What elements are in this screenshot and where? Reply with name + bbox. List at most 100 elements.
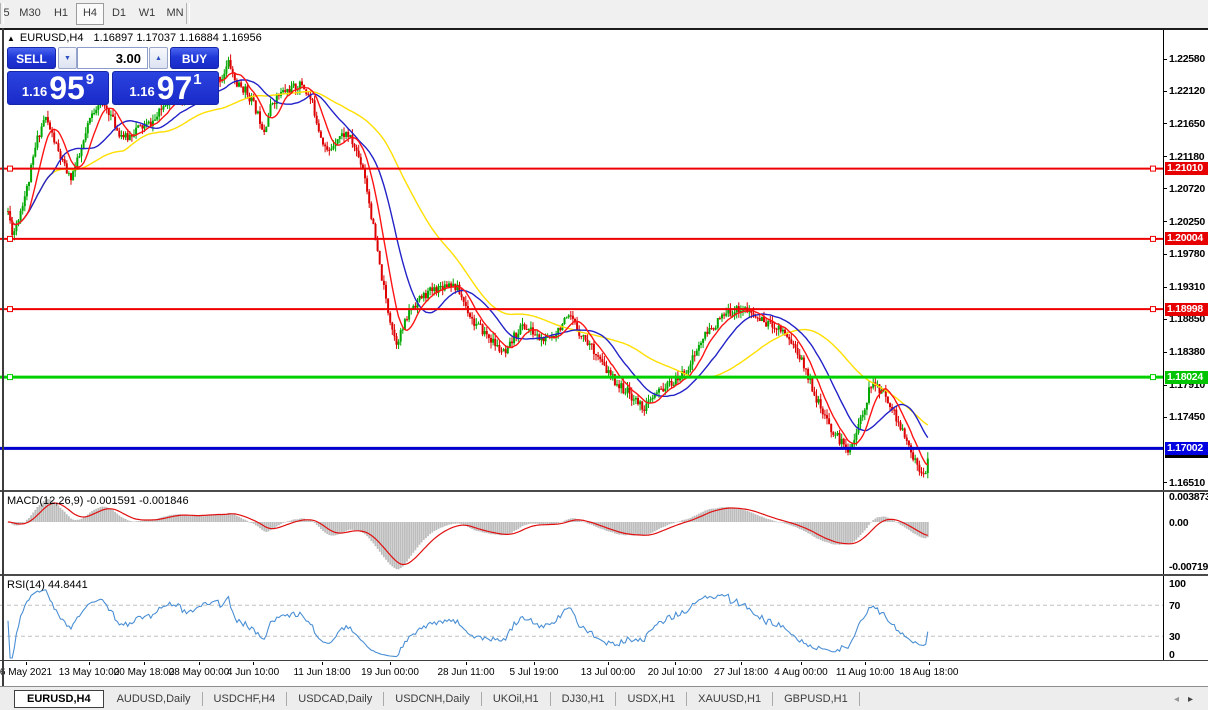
price-badge-1.20004: 1.20004 xyxy=(1165,232,1208,246)
buy-button[interactable]: BUY xyxy=(170,47,219,69)
one-click-trading-panel: SELL ▼ ▲ BUY 1.16 95 9 1.16 97 1 xyxy=(7,47,221,105)
date-tick-mark xyxy=(675,662,676,665)
price-tick-mark xyxy=(1163,482,1167,484)
date-tick-mark xyxy=(801,662,802,665)
date-label: 11 Jun 18:00 xyxy=(293,667,351,678)
buy-price-pip: 1 xyxy=(193,71,202,88)
price-tick-mark xyxy=(1163,318,1167,320)
macd-pane: MACD(12,26,9) -0.001591 -0.001846 0.0038… xyxy=(0,490,1208,574)
price-tick-mark xyxy=(1163,221,1167,223)
date-label: 20 May 18:00 xyxy=(113,667,175,678)
sell-price-display[interactable]: 1.16 95 9 xyxy=(7,71,109,105)
chart-tab-usdchf-h4[interactable]: USDCHF,H4 xyxy=(205,690,285,708)
date-label: 18 Aug 18:00 xyxy=(899,667,959,678)
collapse-panel-icon[interactable]: ▲ xyxy=(7,34,15,43)
timeframe-button-mn[interactable]: MN xyxy=(162,3,188,23)
rsi-axis-label: 100 xyxy=(1169,578,1186,590)
timeframe-button-h1[interactable]: H1 xyxy=(48,3,74,23)
buy-price-display[interactable]: 1.16 97 1 xyxy=(112,71,219,105)
date-label: 11 Aug 10:00 xyxy=(835,667,895,678)
tab-scroll-nav: ◂▸ xyxy=(1174,694,1202,705)
price-tick-label: 1.17450 xyxy=(1169,411,1205,424)
date-label: 5 Jul 19:00 xyxy=(509,667,559,678)
price-tick-mark xyxy=(1163,384,1167,386)
chart-tabs: EURUSD,H4 AUDUSD,Daily USDCHF,H4 USDCAD,Dai… xyxy=(14,689,862,708)
price-badge-1.21010: 1.21010 xyxy=(1165,162,1208,176)
price-tick-label: 1.20250 xyxy=(1169,215,1205,228)
chart-window: 1.22580 1.22120 1.21650 1.21180 1.20720 1.202… xyxy=(0,28,1208,686)
volume-decrease-button[interactable]: ▼ xyxy=(58,47,77,69)
sell-price-prefix: 1.16 xyxy=(21,84,48,99)
tab-separator xyxy=(686,691,688,706)
window-left-border xyxy=(2,28,4,686)
price-tick-mark xyxy=(1163,90,1167,92)
tab-separator xyxy=(549,691,551,706)
volume-increase-button[interactable]: ▲ xyxy=(149,47,168,69)
date-tick-mark xyxy=(466,662,467,665)
volume-input[interactable] xyxy=(77,47,148,69)
timeframe-button-h4[interactable]: H4 xyxy=(76,3,104,25)
price-tick-mark xyxy=(1163,351,1167,353)
price-tick-mark xyxy=(1163,286,1167,288)
rsi-axis-label: 70 xyxy=(1169,600,1181,612)
timeframe-button-d1[interactable]: D1 xyxy=(106,3,132,23)
tab-separator xyxy=(286,691,288,706)
terminal-window: 5 M30 H1 H4 D1 W1 MN 1.22580 1.22120 1.21650 1.21… xyxy=(0,0,1208,710)
ohlc-values: 1.16897 1.17037 1.16884 1.16956 xyxy=(93,32,262,44)
chart-title: ▲ EURUSD,H4 1.16897 1.17037 1.16884 1.1695… xyxy=(7,32,262,44)
chart-tab-gbpusd-h1[interactable]: GBPUSD,H1 xyxy=(775,690,857,708)
tab-separator xyxy=(772,691,774,706)
date-label: 20 Jul 10:00 xyxy=(647,667,703,678)
tab-separator xyxy=(615,691,617,706)
timeframe-button-w1[interactable]: W1 xyxy=(134,3,160,23)
price-tick-label: 1.22120 xyxy=(1169,85,1205,98)
chart-tab-xauusd-h1[interactable]: XAUUSD,H1 xyxy=(689,690,770,708)
rsi-pane: RSI(14) 44.8441 100 70 30 0 xyxy=(0,574,1208,661)
price-tick-label: 1.19310 xyxy=(1169,281,1205,294)
price-tick-label: 1.21180 xyxy=(1169,150,1205,163)
price-tick-label: 1.20720 xyxy=(1169,182,1205,195)
date-label: 13 May 10:00 xyxy=(58,667,120,678)
buy-price-prefix: 1.16 xyxy=(129,84,155,99)
price-pane: 1.22580 1.22120 1.21650 1.21180 1.20720 1.202… xyxy=(0,30,1208,490)
date-tick-mark xyxy=(253,662,254,665)
date-tick-mark xyxy=(89,662,90,665)
price-badge-1.18024: 1.18024 xyxy=(1165,370,1208,384)
date-axis[interactable]: 6 May 2021 13 May 10:00 20 May 18:00 28 May… xyxy=(0,660,1208,686)
timeframe-button-m30[interactable]: M30 xyxy=(14,3,46,23)
tab-separator xyxy=(201,691,203,706)
date-tick-mark xyxy=(741,662,742,665)
rsi-axis[interactable]: 100 70 30 0 xyxy=(0,576,1208,661)
chart-tab-ukoil-h1[interactable]: UKOil,H1 xyxy=(484,690,548,708)
price-tick-mark xyxy=(1163,188,1167,190)
date-tick-mark xyxy=(26,662,27,665)
timeframe-button-5[interactable]: 5 xyxy=(1,3,12,23)
date-label: 28 May 00:00 xyxy=(168,667,230,678)
chart-tab-audusd-daily[interactable]: AUDUSD,Daily xyxy=(108,690,200,708)
chart-tab-usdcnh-daily[interactable]: USDCNH,Daily xyxy=(386,690,479,708)
tab-scroll-left-icon[interactable]: ◂ xyxy=(1174,694,1188,705)
price-tick-mark xyxy=(1163,123,1167,125)
chart-tab-usdcad-daily[interactable]: USDCAD,Daily xyxy=(289,690,381,708)
price-tick-mark xyxy=(1163,253,1167,255)
chart-tab-dj30-h1[interactable]: DJ30,H1 xyxy=(553,690,614,708)
sell-price-pip: 9 xyxy=(85,71,95,88)
rsi-axis-label: 30 xyxy=(1169,631,1181,643)
tab-separator xyxy=(858,691,860,706)
price-badge-1.18998: 1.18998 xyxy=(1165,302,1208,316)
date-label: 28 Jun 11:00 xyxy=(437,667,495,678)
sell-price-big: 95 xyxy=(49,70,85,106)
date-label: 27 Jul 18:00 xyxy=(713,667,769,678)
chart-tab-eurusd-h4[interactable]: EURUSD,H4 xyxy=(14,689,104,708)
macd-axis-label: 0.003873 xyxy=(1169,491,1208,503)
macd-label: MACD(12,26,9) -0.001591 -0.001846 xyxy=(7,495,189,507)
date-label: 4 Aug 00:00 xyxy=(774,667,828,678)
date-tick-mark xyxy=(144,662,145,665)
sell-button[interactable]: SELL xyxy=(7,47,56,69)
chart-tab-bar: EURUSD,H4 AUDUSD,Daily USDCHF,H4 USDCAD,Dai… xyxy=(0,686,1208,710)
date-tick-mark xyxy=(199,662,200,665)
chart-tab-usdx-h1[interactable]: USDX,H1 xyxy=(618,690,684,708)
macd-axis-label: -0.007195 xyxy=(1169,561,1208,573)
date-tick-mark xyxy=(534,662,535,665)
tab-scroll-right-icon[interactable]: ▸ xyxy=(1188,694,1202,705)
